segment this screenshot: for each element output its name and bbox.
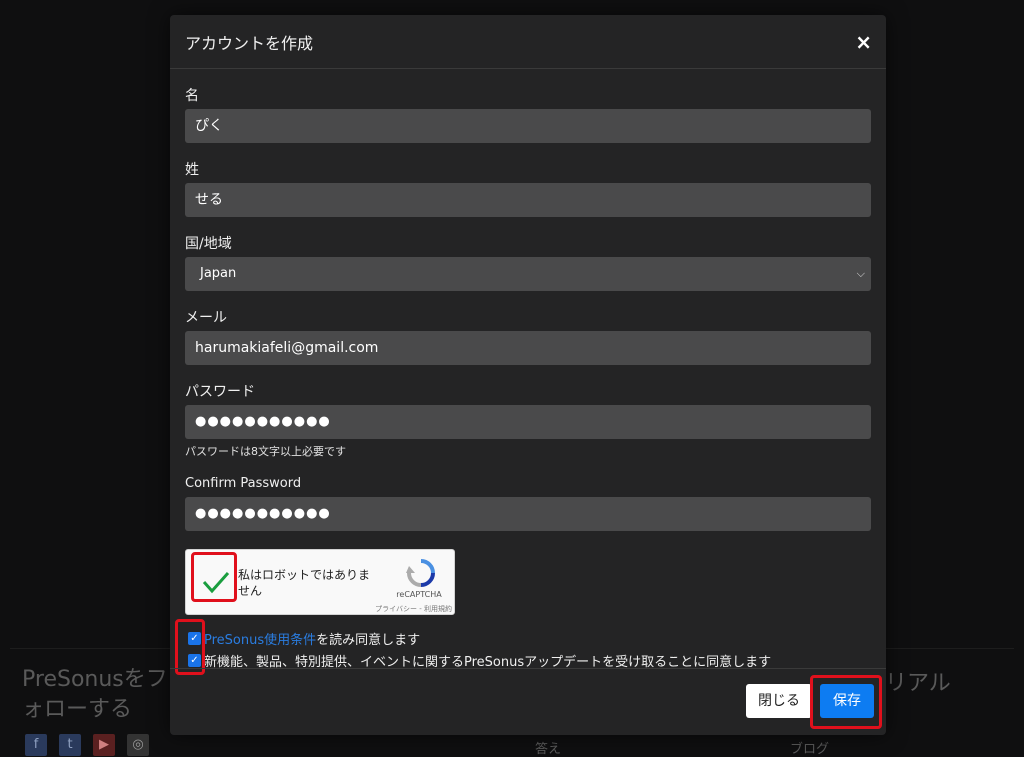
recaptcha-brand: reCAPTCHA: [396, 590, 442, 599]
answers-link[interactable]: 答え: [535, 738, 561, 757]
background-heading-right: リアル: [885, 671, 951, 696]
highlight-box: [810, 675, 882, 729]
youtube-icon[interactable]: ▶: [93, 734, 115, 756]
first-name-input[interactable]: ぴく: [185, 109, 871, 143]
terms-agreement-row: ✓ PreSonus使用条件 を読み同意します: [185, 627, 872, 649]
highlight-box: [175, 619, 205, 675]
confirm-password-input[interactable]: ●●●●●●●●●●●: [185, 497, 871, 531]
highlight-box: [191, 552, 237, 602]
last-name-label: 姓: [185, 162, 199, 178]
terms-agreement-text: を読み同意します: [316, 632, 421, 648]
password-input[interactable]: ●●●●●●●●●●●: [185, 405, 871, 439]
country-select-value: Japan: [200, 266, 237, 281]
twitter-icon[interactable]: t: [59, 734, 81, 756]
chevron-down-icon: ⌵: [856, 267, 865, 280]
email-input[interactable]: harumakiafeli@gmail.com: [185, 331, 871, 365]
modal-body: 名 ぴく 姓 せる 国/地域 Japan ⌵ メール harumakiafeli…: [170, 69, 886, 675]
social-links: f t ▶ ◎: [25, 734, 149, 756]
country-label: 国/地域: [185, 236, 232, 252]
terms-link[interactable]: PreSonus使用条件: [204, 629, 316, 648]
agreements: ✓ PreSonus使用条件 を読み同意します ✓ 新機能、製品、特別提供、イベ…: [175, 619, 872, 675]
facebook-icon[interactable]: f: [25, 734, 47, 756]
confirm-password-label: Confirm Password: [185, 476, 302, 491]
password-label: パスワード: [185, 384, 255, 400]
first-name-label: 名: [185, 88, 199, 104]
recaptcha-links[interactable]: プライバシー - 利用規約: [346, 604, 452, 614]
close-icon[interactable]: ×: [855, 32, 872, 52]
last-name-input[interactable]: せる: [185, 183, 871, 217]
create-account-modal: アカウントを作成 × 名 ぴく 姓 せる 国/地域 Japan ⌵ メール ha…: [170, 15, 886, 735]
blog-link[interactable]: ブログ: [790, 738, 829, 757]
modal-title: アカウントを作成: [185, 33, 314, 53]
close-button[interactable]: 閉じる: [746, 684, 812, 718]
recaptcha-label: 私はロボットではありません: [238, 568, 371, 598]
password-help-text: パスワードは8文字以上必要です: [185, 445, 346, 458]
updates-agreement-text: 新機能、製品、特別提供、イベントに関するPreSonusアップデートを受け取るこ…: [204, 654, 772, 670]
recaptcha-widget: 私はロボットではありません reCAPTCHA プライバシー - 利用規約: [185, 549, 455, 615]
follow-heading: PreSonusをフォローする: [22, 667, 168, 722]
email-label: メール: [185, 310, 227, 326]
instagram-icon[interactable]: ◎: [127, 734, 149, 756]
modal-footer: 閉じる 保存: [170, 668, 886, 735]
recaptcha-logo-icon: [406, 559, 435, 587]
modal-header: アカウントを作成 ×: [170, 15, 886, 69]
country-select[interactable]: Japan ⌵: [185, 257, 871, 291]
